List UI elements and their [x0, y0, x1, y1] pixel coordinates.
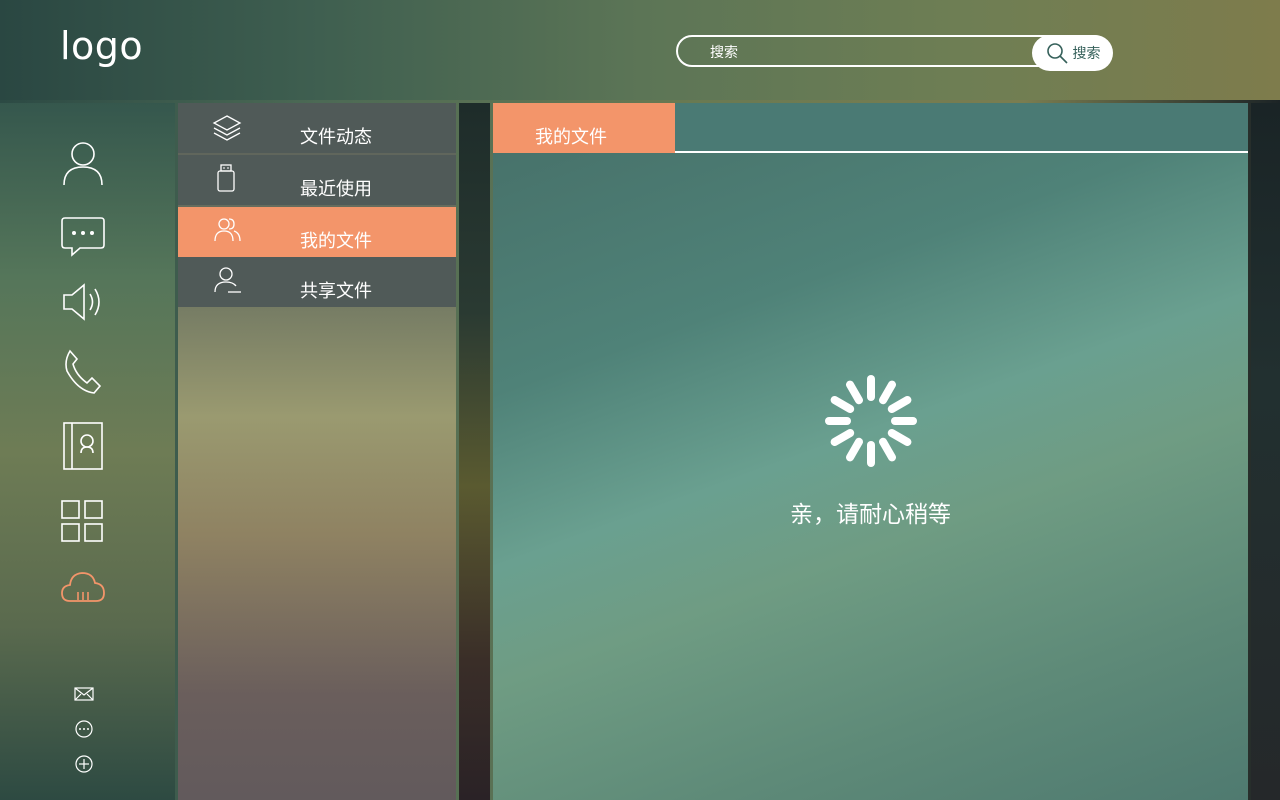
add-icon[interactable]	[73, 753, 95, 775]
more-icon[interactable]	[73, 718, 95, 740]
right-edge-strip	[1251, 103, 1280, 800]
phone-icon[interactable]	[60, 349, 106, 395]
mail-icon[interactable]	[73, 683, 95, 705]
user-icon[interactable]	[60, 139, 106, 185]
loading-message: 亲，请耐心稍等	[790, 502, 951, 528]
tab-bar: 我的文件	[493, 103, 1248, 153]
search-input[interactable]	[708, 41, 1032, 65]
search-icon	[1046, 43, 1068, 64]
speaker-icon[interactable]	[60, 279, 106, 325]
menu-item-recent[interactable]: 最近使用	[178, 155, 456, 205]
menu-item-label: 文件动态	[300, 127, 372, 148]
search-button-label: 搜索	[1072, 46, 1101, 62]
layers-icon	[212, 115, 242, 141]
tab-my-files[interactable]: 我的文件	[493, 103, 675, 153]
apps-grid-icon[interactable]	[60, 499, 106, 545]
search-button[interactable]: 搜索	[1032, 35, 1113, 71]
file-menu: 文件动态 最近使用 我的文件 共享文件	[178, 103, 456, 800]
menu-item-file-activity[interactable]: 文件动态	[178, 103, 456, 153]
menu-item-shared-files[interactable]: 共享文件	[178, 257, 456, 307]
users-icon	[214, 218, 241, 242]
user-share-icon	[214, 267, 241, 293]
usb-drive-icon	[217, 164, 235, 192]
cloud-icon[interactable]	[60, 565, 106, 611]
top-header: logo 搜索	[0, 0, 1280, 100]
contacts-icon[interactable]	[60, 421, 106, 471]
panel-divider	[459, 103, 490, 800]
main-content: 我的文件 亲，请耐心稍等	[493, 103, 1248, 800]
menu-item-label: 最近使用	[300, 179, 372, 200]
menu-item-my-files[interactable]: 我的文件	[178, 207, 456, 257]
sidebar-icon-bar	[0, 103, 175, 800]
menu-item-label: 共享文件	[300, 281, 372, 302]
menu-item-label: 我的文件	[300, 231, 372, 252]
chat-icon[interactable]	[60, 213, 106, 259]
tab-label: 我的文件	[535, 127, 607, 148]
logo[interactable]: logo	[60, 24, 143, 68]
loading-spinner-icon	[825, 375, 917, 467]
